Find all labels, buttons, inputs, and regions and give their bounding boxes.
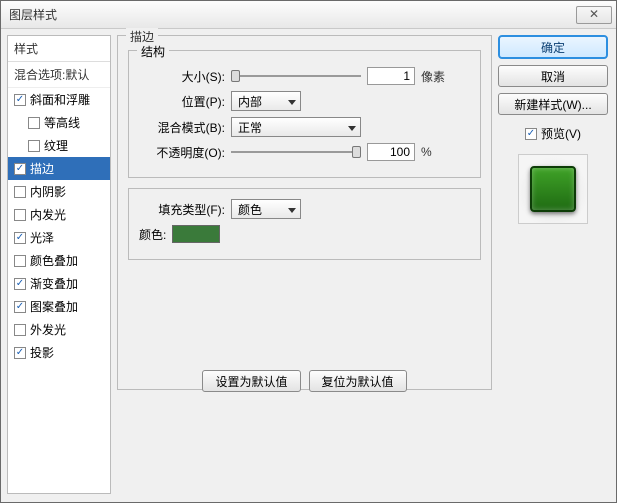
effect-label: 图案叠加 bbox=[30, 298, 78, 315]
close-button[interactable]: ✕ bbox=[576, 6, 612, 24]
fill-group: 填充类型(F): 颜色 颜色: bbox=[128, 188, 481, 260]
effect-checkbox[interactable] bbox=[14, 209, 26, 221]
effect-checkbox[interactable] bbox=[28, 117, 40, 129]
effect-label: 投影 bbox=[30, 344, 54, 361]
blend-mode-value: 正常 bbox=[238, 119, 262, 136]
styles-sidebar: 样式 混合选项:默认 斜面和浮雕等高线纹理描边内阴影内发光光泽颜色叠加渐变叠加图… bbox=[7, 35, 111, 494]
main-panel: 描边 结构 大小(S): 像素 位置(P): 内部 bbox=[117, 35, 492, 494]
effect-label: 等高线 bbox=[44, 114, 80, 131]
fill-type-label: 填充类型(F): bbox=[139, 201, 225, 218]
effect-checkbox[interactable] bbox=[14, 278, 26, 290]
opacity-input[interactable] bbox=[367, 143, 415, 161]
effect-label: 渐变叠加 bbox=[30, 275, 78, 292]
effect-item[interactable]: 纹理 bbox=[8, 134, 110, 157]
effect-label: 颜色叠加 bbox=[30, 252, 78, 269]
effect-checkbox[interactable] bbox=[14, 163, 26, 175]
close-icon: ✕ bbox=[589, 7, 599, 21]
blend-mode-label: 混合模式(B): bbox=[139, 119, 225, 136]
titlebar[interactable]: 图层样式 ✕ bbox=[1, 1, 616, 29]
set-default-button[interactable]: 设置为默认值 bbox=[202, 370, 300, 392]
color-swatch[interactable] bbox=[172, 225, 220, 243]
chevron-down-icon bbox=[348, 120, 356, 134]
effect-label: 外发光 bbox=[30, 321, 66, 338]
effect-label: 描边 bbox=[30, 160, 54, 177]
opacity-unit: % bbox=[421, 145, 432, 159]
structure-title: 结构 bbox=[137, 43, 169, 60]
effect-item[interactable]: 斜面和浮雕 bbox=[8, 88, 110, 111]
effect-label: 纹理 bbox=[44, 137, 68, 154]
structure-group: 结构 大小(S): 像素 位置(P): 内部 bbox=[128, 50, 481, 178]
effect-checkbox[interactable] bbox=[14, 324, 26, 336]
blend-mode-select[interactable]: 正常 bbox=[231, 117, 361, 137]
effect-checkbox[interactable] bbox=[14, 301, 26, 313]
effect-checkbox[interactable] bbox=[28, 140, 40, 152]
layer-style-dialog: 图层样式 ✕ 样式 混合选项:默认 斜面和浮雕等高线纹理描边内阴影内发光光泽颜色… bbox=[0, 0, 617, 503]
preview-label: 预览(V) bbox=[541, 125, 581, 142]
blend-options-item[interactable]: 混合选项:默认 bbox=[8, 62, 110, 88]
effect-item[interactable]: 描边 bbox=[8, 157, 110, 180]
effect-item[interactable]: 等高线 bbox=[8, 111, 110, 134]
effect-item[interactable]: 内发光 bbox=[8, 203, 110, 226]
effect-item[interactable]: 图案叠加 bbox=[8, 295, 110, 318]
window-title: 图层样式 bbox=[9, 6, 576, 23]
effect-checkbox[interactable] bbox=[14, 255, 26, 267]
cancel-button[interactable]: 取消 bbox=[498, 65, 608, 87]
effect-checkbox[interactable] bbox=[14, 94, 26, 106]
size-slider[interactable] bbox=[231, 69, 361, 83]
position-value: 内部 bbox=[238, 93, 262, 110]
color-label: 颜色: bbox=[139, 226, 166, 243]
position-select[interactable]: 内部 bbox=[231, 91, 301, 111]
effect-item[interactable]: 外发光 bbox=[8, 318, 110, 341]
preview-checkbox[interactable] bbox=[525, 128, 537, 140]
size-unit: 像素 bbox=[421, 68, 445, 85]
effect-label: 内发光 bbox=[30, 206, 66, 223]
position-label: 位置(P): bbox=[139, 93, 225, 110]
size-label: 大小(S): bbox=[139, 68, 225, 85]
new-style-button[interactable]: 新建样式(W)... bbox=[498, 93, 608, 115]
opacity-label: 不透明度(O): bbox=[139, 144, 225, 161]
effect-checkbox[interactable] bbox=[14, 232, 26, 244]
effect-label: 光泽 bbox=[30, 229, 54, 246]
sidebar-header: 样式 bbox=[8, 36, 110, 62]
size-input[interactable] bbox=[367, 67, 415, 85]
reset-default-button[interactable]: 复位为默认值 bbox=[309, 370, 407, 392]
opacity-slider[interactable] bbox=[231, 145, 361, 159]
effect-item[interactable]: 光泽 bbox=[8, 226, 110, 249]
stroke-group: 描边 结构 大小(S): 像素 位置(P): 内部 bbox=[117, 35, 492, 390]
preview-box bbox=[518, 154, 588, 224]
effect-label: 内阴影 bbox=[30, 183, 66, 200]
effect-checkbox[interactable] bbox=[14, 186, 26, 198]
effect-item[interactable]: 内阴影 bbox=[8, 180, 110, 203]
fill-type-select[interactable]: 颜色 bbox=[231, 199, 301, 219]
ok-button[interactable]: 确定 bbox=[498, 35, 608, 59]
chevron-down-icon bbox=[288, 94, 296, 108]
effect-label: 斜面和浮雕 bbox=[30, 91, 90, 108]
chevron-down-icon bbox=[288, 202, 296, 216]
actions-column: 确定 取消 新建样式(W)... 预览(V) bbox=[498, 35, 608, 494]
effect-checkbox[interactable] bbox=[14, 347, 26, 359]
effect-item[interactable]: 投影 bbox=[8, 341, 110, 364]
preview-tile bbox=[530, 166, 576, 212]
fill-type-value: 颜色 bbox=[238, 201, 262, 218]
effect-item[interactable]: 渐变叠加 bbox=[8, 272, 110, 295]
effect-item[interactable]: 颜色叠加 bbox=[8, 249, 110, 272]
